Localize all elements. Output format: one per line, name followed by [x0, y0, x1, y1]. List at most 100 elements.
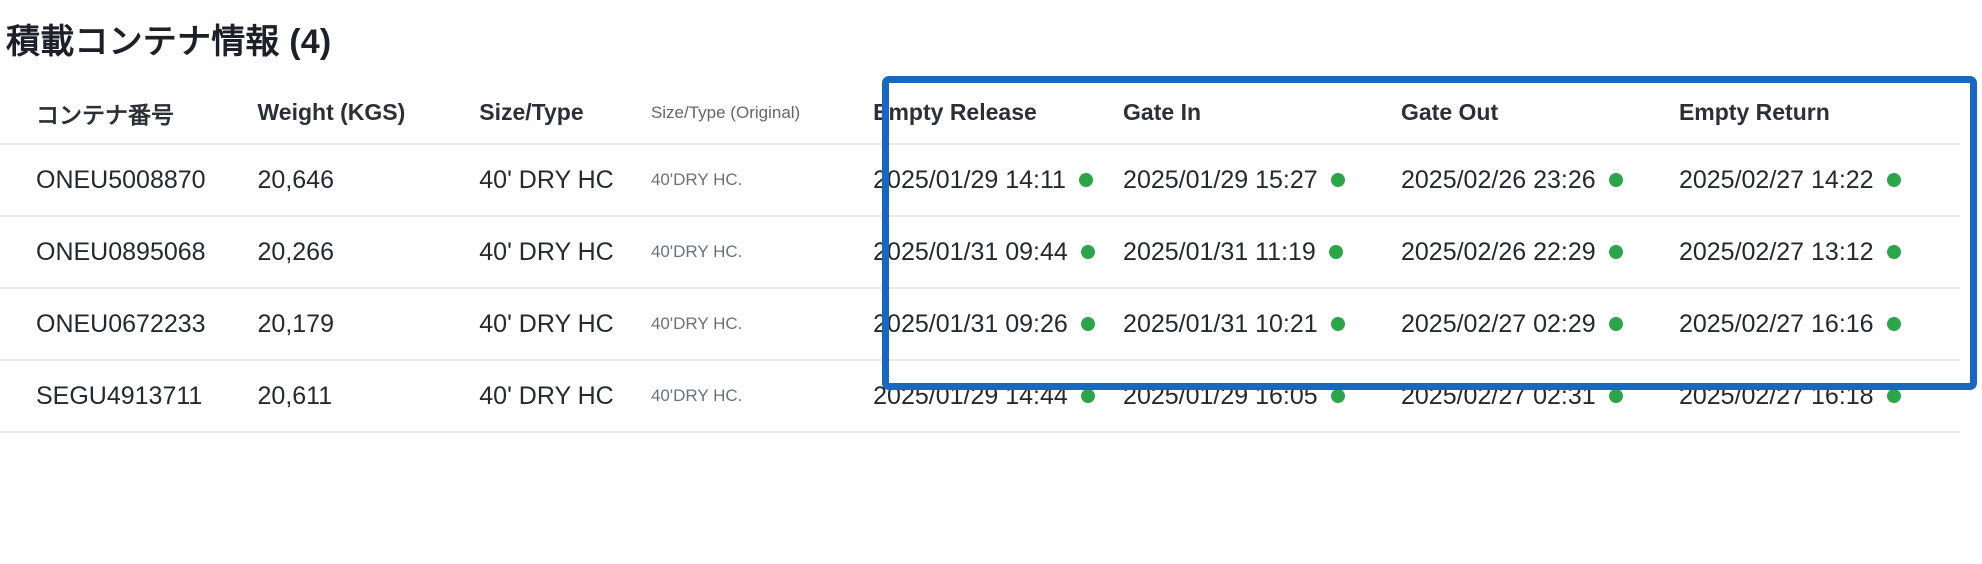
cell-empty-return: 2025/02/27 13:12 [1678, 215, 1960, 288]
date-with-status: 2025/02/26 23:26 [1401, 166, 1623, 195]
cell-empty-return: 2025/02/27 14:22 [1678, 143, 1960, 216]
date-with-status: 2025/02/27 14:22 [1679, 166, 1901, 195]
cell-weight: 20,646 [257, 143, 480, 216]
page-title-count: (4) [289, 23, 332, 61]
cell-gate-out: 2025/02/26 23:26 [1401, 143, 1679, 216]
cell-gate-in: 2025/01/31 11:19 [1123, 215, 1401, 288]
cell-empty-return: 2025/02/27 16:16 [1678, 287, 1960, 360]
column-header-empty-return[interactable]: Empty Return [1679, 82, 1960, 144]
date-text: 2025/01/29 14:11 [873, 165, 1066, 194]
table-row[interactable]: ONEU0672233 20,179 40' DRY HC 40'DRY HC.… [0, 287, 1960, 360]
cell-size-type-original: 40'DRY HC. [650, 359, 848, 433]
cell-gate-out: 2025/02/27 02:29 [1401, 287, 1679, 360]
cell-container-no[interactable]: ONEU5008870 [0, 143, 258, 216]
status-dot-green-icon [1608, 173, 1623, 187]
status-dot-green-icon [1886, 317, 1901, 331]
date-with-status: 2025/02/27 02:29 [1401, 310, 1623, 339]
column-header-gate-out[interactable]: Gate Out [1401, 82, 1679, 144]
page-title-text: 積載コンテナ情報 [6, 23, 280, 61]
date-with-status: 2025/02/27 02:31 [1401, 382, 1623, 411]
table-header-row: コンテナ番号 Weight (KGS) Size/Type Size/Type … [0, 82, 1960, 144]
date-with-status: 2025/01/29 16:05 [1123, 382, 1345, 411]
cell-empty-release: 2025/01/29 14:11 [847, 143, 1124, 216]
status-dot-green-icon [1608, 317, 1623, 331]
date-with-status: 2025/01/29 14:44 [873, 382, 1095, 411]
date-text: 2025/01/29 15:27 [1123, 165, 1318, 194]
column-header-weight[interactable]: Weight (KGS) [258, 82, 480, 144]
container-table-wrapper: コンテナ番号 Weight (KGS) Size/Type Size/Type … [0, 82, 1982, 433]
date-with-status: 2025/01/31 11:19 [1123, 238, 1343, 267]
table-row[interactable]: SEGU4913711 20,611 40' DRY HC 40'DRY HC.… [0, 359, 1960, 433]
status-dot-green-icon [1608, 245, 1623, 259]
cell-size-type: 40' DRY HC [479, 215, 651, 288]
cell-empty-release: 2025/01/31 09:44 [847, 215, 1124, 288]
date-with-status: 2025/01/29 15:27 [1123, 166, 1345, 195]
cell-weight: 20,179 [257, 287, 480, 360]
cell-size-type-original: 40'DRY HC. [650, 287, 848, 360]
date-with-status: 2025/02/26 22:29 [1401, 238, 1623, 267]
cell-size-type: 40' DRY HC [479, 143, 651, 216]
column-header-empty-release[interactable]: Empty Release [847, 82, 1123, 144]
date-with-status: 2025/02/27 16:16 [1679, 310, 1901, 339]
cell-empty-release: 2025/01/31 09:26 [847, 287, 1124, 360]
date-text: 2025/01/31 11:19 [1123, 237, 1316, 266]
cell-gate-in: 2025/01/29 16:05 [1123, 359, 1401, 433]
date-text: 2025/02/27 16:16 [1678, 309, 1874, 338]
date-text: 2025/01/29 16:05 [1123, 381, 1318, 410]
cell-container-no[interactable]: ONEU0672233 [0, 287, 258, 360]
cell-empty-return: 2025/02/27 16:18 [1678, 359, 1960, 433]
status-dot-green-icon [1078, 173, 1093, 187]
date-text: 2025/02/27 13:12 [1678, 237, 1874, 266]
date-text: 2025/02/27 02:31 [1401, 381, 1596, 410]
date-text: 2025/02/27 14:22 [1678, 165, 1874, 194]
date-with-status: 2025/01/29 14:11 [873, 166, 1093, 195]
date-text: 2025/02/27 02:29 [1401, 309, 1596, 338]
date-text: 2025/02/26 23:26 [1401, 165, 1596, 194]
status-dot-green-icon [1886, 173, 1901, 187]
status-dot-green-icon [1080, 317, 1095, 331]
table-body: ONEU5008870 20,646 40' DRY HC 40'DRY HC.… [0, 143, 1960, 433]
cell-gate-in: 2025/01/31 10:21 [1123, 287, 1401, 360]
date-text: 2025/01/31 09:44 [873, 237, 1068, 266]
page-root: 積載コンテナ情報 (4) コンテナ番号 Weight (KGS) Size/Ty… [0, 0, 1982, 564]
date-text: 2025/01/31 09:26 [873, 309, 1068, 338]
status-dot-green-icon [1080, 245, 1095, 259]
table-row[interactable]: ONEU0895068 20,266 40' DRY HC 40'DRY HC.… [0, 215, 1960, 288]
column-header-container-no[interactable]: コンテナ番号 [0, 82, 258, 144]
status-dot-green-icon [1330, 317, 1345, 331]
cell-gate-out: 2025/02/27 02:31 [1401, 359, 1679, 433]
date-with-status: 2025/01/31 09:44 [873, 238, 1095, 267]
cell-size-type-original: 40'DRY HC. [650, 143, 848, 216]
status-dot-green-icon [1330, 389, 1345, 403]
date-text: 2025/02/27 16:18 [1678, 381, 1874, 410]
column-header-gate-in[interactable]: Gate In [1123, 82, 1401, 144]
date-with-status: 2025/02/27 16:18 [1679, 382, 1901, 411]
date-with-status: 2025/01/31 10:21 [1123, 310, 1345, 339]
cell-empty-release: 2025/01/29 14:44 [847, 359, 1124, 433]
cell-container-no[interactable]: SEGU4913711 [0, 359, 258, 433]
date-text: 2025/02/26 22:29 [1401, 237, 1596, 266]
cell-size-type: 40' DRY HC [479, 287, 651, 360]
cell-gate-in: 2025/01/29 15:27 [1123, 143, 1401, 216]
cell-container-no[interactable]: ONEU0895068 [0, 215, 258, 288]
cell-weight: 20,611 [257, 359, 480, 433]
column-header-size-type[interactable]: Size/Type [479, 82, 651, 144]
date-text: 2025/01/31 10:21 [1123, 309, 1318, 338]
container-table: コンテナ番号 Weight (KGS) Size/Type Size/Type … [0, 82, 1960, 433]
status-dot-green-icon [1328, 245, 1343, 259]
cell-size-type: 40' DRY HC [479, 359, 651, 433]
status-dot-green-icon [1080, 389, 1095, 403]
date-with-status: 2025/02/27 13:12 [1679, 238, 1901, 267]
status-dot-green-icon [1330, 173, 1345, 187]
page-title: 積載コンテナ情報 (4) [6, 14, 331, 63]
table-row[interactable]: ONEU5008870 20,646 40' DRY HC 40'DRY HC.… [0, 143, 1960, 216]
cell-weight: 20,266 [257, 215, 480, 288]
column-header-size-type-original[interactable]: Size/Type (Original) [651, 82, 847, 144]
cell-gate-out: 2025/02/26 22:29 [1401, 215, 1679, 288]
date-with-status: 2025/01/31 09:26 [873, 310, 1095, 339]
status-dot-green-icon [1886, 389, 1901, 403]
cell-size-type-original: 40'DRY HC. [650, 215, 848, 288]
status-dot-green-icon [1608, 389, 1623, 403]
date-text: 2025/01/29 14:44 [873, 381, 1068, 410]
status-dot-green-icon [1886, 245, 1901, 259]
